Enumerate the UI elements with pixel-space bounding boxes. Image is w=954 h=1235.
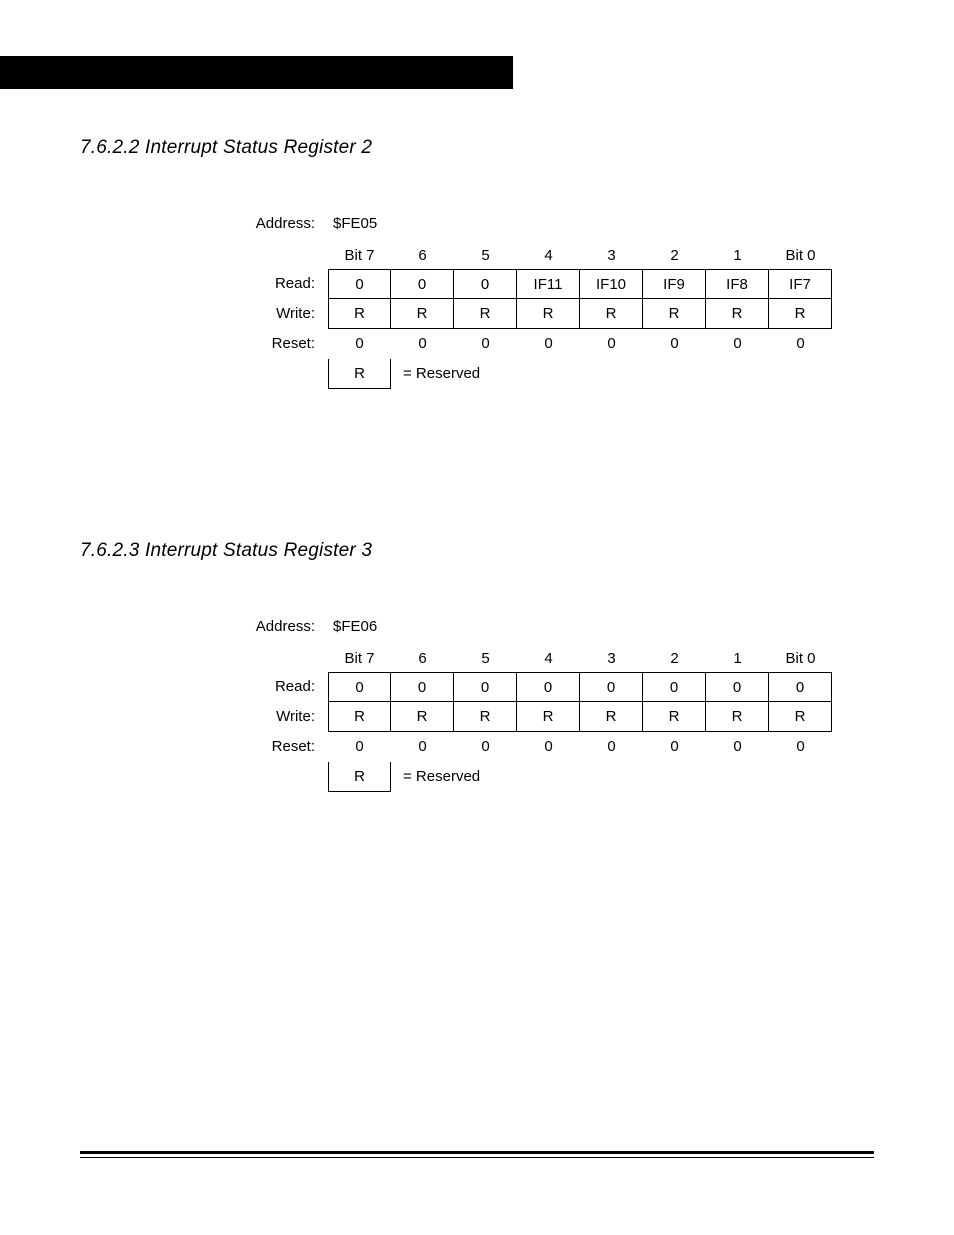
bit-header: Bit 7 bbox=[328, 247, 391, 264]
read-label: Read: bbox=[240, 678, 315, 695]
reg2-reset-bit7: 0 bbox=[328, 335, 391, 352]
reg2-reset-bit6: 0 bbox=[391, 335, 454, 352]
reg2-reset-bit1: 0 bbox=[706, 335, 769, 352]
register3-address-value: $FE06 bbox=[333, 618, 377, 635]
reg2-read-bit1: IF8 bbox=[706, 269, 769, 299]
reg2-write-bit4: R bbox=[517, 299, 580, 329]
reg3-write-bit4: R bbox=[517, 702, 580, 732]
reset-label: Reset: bbox=[240, 335, 315, 352]
bit-header: 3 bbox=[580, 247, 643, 264]
reg3-write-bit3: R bbox=[580, 702, 643, 732]
section-heading-1: 7.6.2.2 Interrupt Status Register 2 bbox=[80, 137, 372, 159]
reg3-read-bit1: 0 bbox=[706, 672, 769, 702]
reg2-write-bit0: R bbox=[769, 299, 832, 329]
reg3-write-bit7: R bbox=[328, 702, 391, 732]
reg3-write-bit1: R bbox=[706, 702, 769, 732]
reg2-read-bit4: IF11 bbox=[517, 269, 580, 299]
reg3-read-bit3: 0 bbox=[580, 672, 643, 702]
bit-header: 4 bbox=[517, 247, 580, 264]
reg3-reset-bit1: 0 bbox=[706, 738, 769, 755]
reg3-read-bit7: 0 bbox=[328, 672, 391, 702]
reg3-reset-bit6: 0 bbox=[391, 738, 454, 755]
bit-header: 6 bbox=[391, 247, 454, 264]
reg2-read-bit0: IF7 bbox=[769, 269, 832, 299]
footer-rule-thick bbox=[80, 1151, 874, 1154]
read-label: Read: bbox=[240, 275, 315, 292]
reg2-read-bit7: 0 bbox=[328, 269, 391, 299]
reg3-write-bit2: R bbox=[643, 702, 706, 732]
reg2-reset-bit5: 0 bbox=[454, 335, 517, 352]
reg2-write-bit6: R bbox=[391, 299, 454, 329]
reg2-reset-bit3: 0 bbox=[580, 335, 643, 352]
bit-header: 5 bbox=[454, 247, 517, 264]
legend-r-box: R bbox=[328, 359, 391, 389]
reg3-reset-bit0: 0 bbox=[769, 738, 832, 755]
bit-header: 2 bbox=[643, 650, 706, 667]
legend-reserved-text: = Reserved bbox=[403, 365, 480, 382]
register2-address-value: $FE05 bbox=[333, 215, 377, 232]
reg2-write-bit2: R bbox=[643, 299, 706, 329]
legend-reserved-text: = Reserved bbox=[403, 768, 480, 785]
bit-header: Bit 7 bbox=[328, 650, 391, 667]
legend-r-box: R bbox=[328, 762, 391, 792]
reg3-read-bit4: 0 bbox=[517, 672, 580, 702]
reg3-reset-bit2: 0 bbox=[643, 738, 706, 755]
bit-header: 4 bbox=[517, 650, 580, 667]
reg2-reset-bit0: 0 bbox=[769, 335, 832, 352]
reg3-read-bit0: 0 bbox=[769, 672, 832, 702]
reg2-read-bit5: 0 bbox=[454, 269, 517, 299]
write-label: Write: bbox=[240, 305, 315, 322]
reg2-reset-bit2: 0 bbox=[643, 335, 706, 352]
write-label: Write: bbox=[240, 708, 315, 725]
reg3-write-bit5: R bbox=[454, 702, 517, 732]
address-label: Address: bbox=[240, 215, 315, 232]
reg3-read-bit5: 0 bbox=[454, 672, 517, 702]
reg3-read-bit6: 0 bbox=[391, 672, 454, 702]
bit-header: 1 bbox=[706, 650, 769, 667]
reg2-write-bit1: R bbox=[706, 299, 769, 329]
page: 7.6.2.2 Interrupt Status Register 2 Addr… bbox=[0, 0, 954, 1235]
bit-header: Bit 0 bbox=[769, 650, 832, 667]
reg3-reset-bit3: 0 bbox=[580, 738, 643, 755]
reg2-reset-bit4: 0 bbox=[517, 335, 580, 352]
footer-rule-thin bbox=[80, 1157, 874, 1158]
section-heading-2: 7.6.2.3 Interrupt Status Register 3 bbox=[80, 540, 372, 562]
bit-header: 6 bbox=[391, 650, 454, 667]
reg3-reset-bit5: 0 bbox=[454, 738, 517, 755]
reg2-write-bit3: R bbox=[580, 299, 643, 329]
reg2-read-bit6: 0 bbox=[391, 269, 454, 299]
bit-header: 2 bbox=[643, 247, 706, 264]
reg3-write-bit0: R bbox=[769, 702, 832, 732]
bit-header: 5 bbox=[454, 650, 517, 667]
bit-header: 3 bbox=[580, 650, 643, 667]
reg3-read-bit2: 0 bbox=[643, 672, 706, 702]
bit-header: 1 bbox=[706, 247, 769, 264]
reg3-reset-bit4: 0 bbox=[517, 738, 580, 755]
reg2-write-bit5: R bbox=[454, 299, 517, 329]
address-label: Address: bbox=[240, 618, 315, 635]
header-banner bbox=[0, 56, 513, 89]
reg3-write-bit6: R bbox=[391, 702, 454, 732]
reg2-read-bit3: IF10 bbox=[580, 269, 643, 299]
reset-label: Reset: bbox=[240, 738, 315, 755]
reg2-read-bit2: IF9 bbox=[643, 269, 706, 299]
reg3-reset-bit7: 0 bbox=[328, 738, 391, 755]
reg2-write-bit7: R bbox=[328, 299, 391, 329]
bit-header: Bit 0 bbox=[769, 247, 832, 264]
